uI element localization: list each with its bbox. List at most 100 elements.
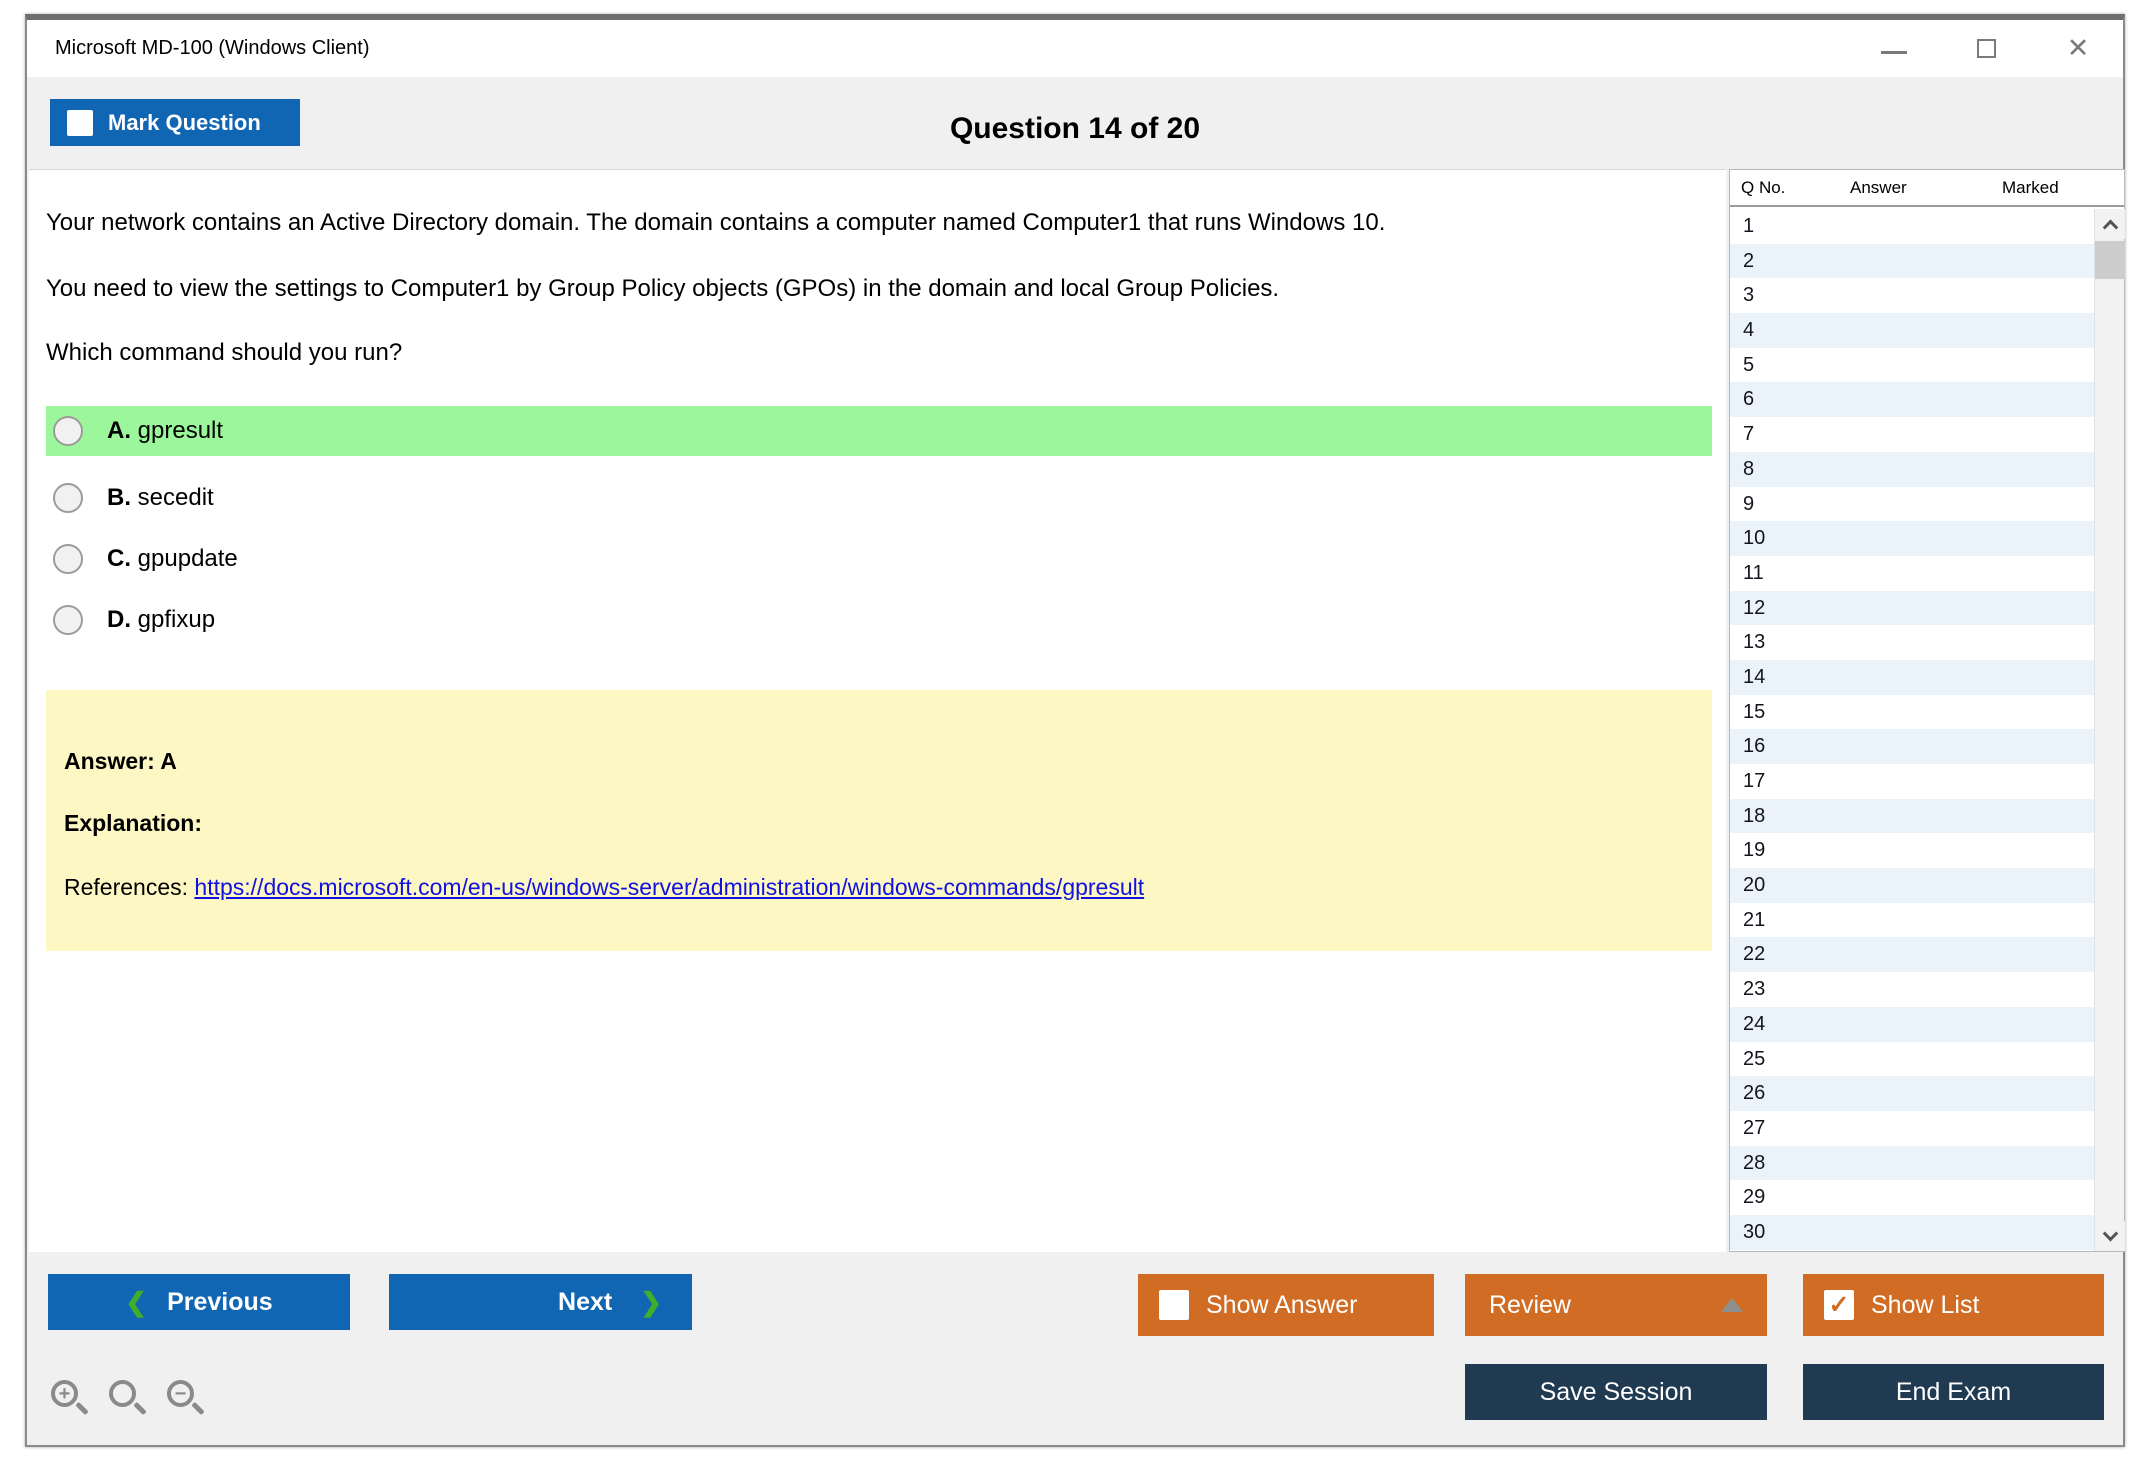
question-list-row[interactable]: 6 xyxy=(1730,382,2094,417)
question-list-header: Q No. Answer Marked xyxy=(1730,170,2124,207)
title-bar: Microsoft MD-100 (Windows Client) ✕ xyxy=(27,20,2123,77)
option-letter: C. xyxy=(107,545,131,572)
question-list-row[interactable]: 15 xyxy=(1730,695,2094,730)
minimize-button[interactable] xyxy=(1879,34,1909,64)
question-list-row[interactable]: 9 xyxy=(1730,487,2094,522)
maximize-button[interactable] xyxy=(1971,34,2001,64)
radio-button[interactable] xyxy=(53,416,83,446)
answer-option-c[interactable]: C. gpupdate xyxy=(46,534,1712,584)
end-exam-label: End Exam xyxy=(1896,1378,2011,1407)
references-label: References: xyxy=(64,874,194,900)
question-list-row[interactable]: 12 xyxy=(1730,591,2094,626)
question-list-row[interactable]: 2 xyxy=(1730,244,2094,279)
question-list-row[interactable]: 14 xyxy=(1730,660,2094,695)
minimize-icon xyxy=(1881,51,1907,54)
option-letter: B. xyxy=(107,484,131,511)
question-list-row[interactable]: 1 xyxy=(1730,209,2094,244)
question-list-row[interactable]: 28 xyxy=(1730,1146,2094,1181)
show-answer-label: Show Answer xyxy=(1206,1291,1357,1320)
close-button[interactable]: ✕ xyxy=(2063,34,2093,64)
column-header-answer: Answer xyxy=(1850,170,1907,205)
scroll-up-button[interactable] xyxy=(2095,209,2125,239)
option-text: gpfixup xyxy=(138,606,215,633)
question-list-row[interactable]: 17 xyxy=(1730,764,2094,799)
question-list-row[interactable]: 26 xyxy=(1730,1076,2094,1111)
close-icon: ✕ xyxy=(2067,35,2090,62)
question-list-panel: Q No. Answer Marked 12345678910111213141… xyxy=(1729,169,2125,1252)
review-button[interactable]: Review xyxy=(1465,1274,1767,1336)
question-list-row[interactable]: 24 xyxy=(1730,1007,2094,1042)
question-list-rows: 1234567891011121314151617181920212223242… xyxy=(1730,209,2094,1251)
question-paragraph: You need to view the settings to Compute… xyxy=(46,275,1279,303)
scrollbar[interactable] xyxy=(2094,209,2124,1251)
show-answer-button[interactable]: Show Answer xyxy=(1138,1274,1434,1336)
question-list-row[interactable]: 7 xyxy=(1730,417,2094,452)
answer-option-d[interactable]: D. gpfixup xyxy=(46,595,1712,645)
show-answer-checkbox[interactable] xyxy=(1159,1290,1189,1320)
question-list-row[interactable]: 22 xyxy=(1730,937,2094,972)
scroll-down-button[interactable] xyxy=(2095,1221,2125,1251)
save-session-label: Save Session xyxy=(1540,1378,1693,1407)
scrollbar-thumb[interactable] xyxy=(2095,241,2125,279)
question-list-row[interactable]: 25 xyxy=(1730,1042,2094,1077)
question-list-row[interactable]: 10 xyxy=(1730,521,2094,556)
reference-link[interactable]: https://docs.microsoft.com/en-us/windows… xyxy=(194,874,1144,900)
previous-button[interactable]: ❮ Previous xyxy=(48,1274,350,1330)
question-list-row[interactable]: 19 xyxy=(1730,833,2094,868)
zoom-toolbar: + − xyxy=(49,1378,205,1420)
zoom-in-icon: + xyxy=(51,1380,78,1407)
check-icon: ✓ xyxy=(1829,1293,1850,1318)
option-text: gpupdate xyxy=(138,545,238,572)
question-list-row[interactable]: 18 xyxy=(1730,799,2094,834)
column-header-qno: Q No. xyxy=(1741,170,1785,205)
show-list-button[interactable]: ✓ Show List xyxy=(1803,1274,2104,1336)
column-header-marked: Marked xyxy=(2002,170,2059,205)
question-list-row[interactable]: 8 xyxy=(1730,452,2094,487)
chevron-down-icon xyxy=(2102,1225,2118,1241)
option-text: gpresult xyxy=(138,417,223,444)
question-panel: Your network contains an Active Director… xyxy=(29,169,1726,1252)
window-title: Microsoft MD-100 (Windows Client) xyxy=(55,20,370,77)
answer-option-a[interactable]: A. gpresult xyxy=(46,406,1712,456)
show-list-label: Show List xyxy=(1871,1291,1979,1320)
radio-button[interactable] xyxy=(53,483,83,513)
question-list-row[interactable]: 4 xyxy=(1730,313,2094,348)
question-list-row[interactable]: 21 xyxy=(1730,903,2094,938)
show-list-checkbox[interactable]: ✓ xyxy=(1824,1290,1854,1320)
question-paragraph: Which command should you run? xyxy=(46,339,402,367)
review-label: Review xyxy=(1489,1291,1571,1320)
app-window: Microsoft MD-100 (Windows Client) ✕ Mark… xyxy=(25,14,2125,1447)
chevron-right-icon: ❯ xyxy=(640,1287,662,1318)
radio-button[interactable] xyxy=(53,544,83,574)
end-exam-button[interactable]: End Exam xyxy=(1803,1364,2104,1420)
references-line: References: https://docs.microsoft.com/e… xyxy=(64,874,1144,901)
zoom-out-icon: − xyxy=(167,1380,194,1407)
question-list-row[interactable]: 29 xyxy=(1730,1180,2094,1215)
question-list-row[interactable]: 27 xyxy=(1730,1111,2094,1146)
radio-button[interactable] xyxy=(53,605,83,635)
question-list-row[interactable]: 3 xyxy=(1730,278,2094,313)
question-list-row[interactable]: 13 xyxy=(1730,625,2094,660)
answer-line: Answer: A xyxy=(64,748,177,775)
answer-explanation-box: Answer: A Explanation: References: https… xyxy=(46,690,1712,951)
save-session-button[interactable]: Save Session xyxy=(1465,1364,1767,1420)
next-button[interactable]: Next ❯ xyxy=(389,1274,692,1330)
chevron-left-icon: ❮ xyxy=(125,1287,147,1318)
zoom-reset-button[interactable] xyxy=(107,1378,147,1420)
question-list-row[interactable]: 16 xyxy=(1730,729,2094,764)
zoom-out-button[interactable]: − xyxy=(165,1378,205,1420)
triangle-up-icon xyxy=(1721,1298,1743,1312)
option-text: secedit xyxy=(138,484,214,511)
question-list-row[interactable]: 30 xyxy=(1730,1215,2094,1250)
explanation-label: Explanation: xyxy=(64,810,202,837)
window-controls: ✕ xyxy=(1879,20,2093,77)
question-list-row[interactable]: 23 xyxy=(1730,972,2094,1007)
question-list-row[interactable]: 11 xyxy=(1730,556,2094,591)
question-list-row[interactable]: 20 xyxy=(1730,868,2094,903)
maximize-icon xyxy=(1977,39,1996,58)
question-paragraph: Your network contains an Active Director… xyxy=(46,209,1385,237)
answer-option-b[interactable]: B. secedit xyxy=(46,473,1712,523)
zoom-in-button[interactable]: + xyxy=(49,1378,89,1420)
next-label: Next xyxy=(558,1288,612,1317)
question-list-row[interactable]: 5 xyxy=(1730,348,2094,383)
